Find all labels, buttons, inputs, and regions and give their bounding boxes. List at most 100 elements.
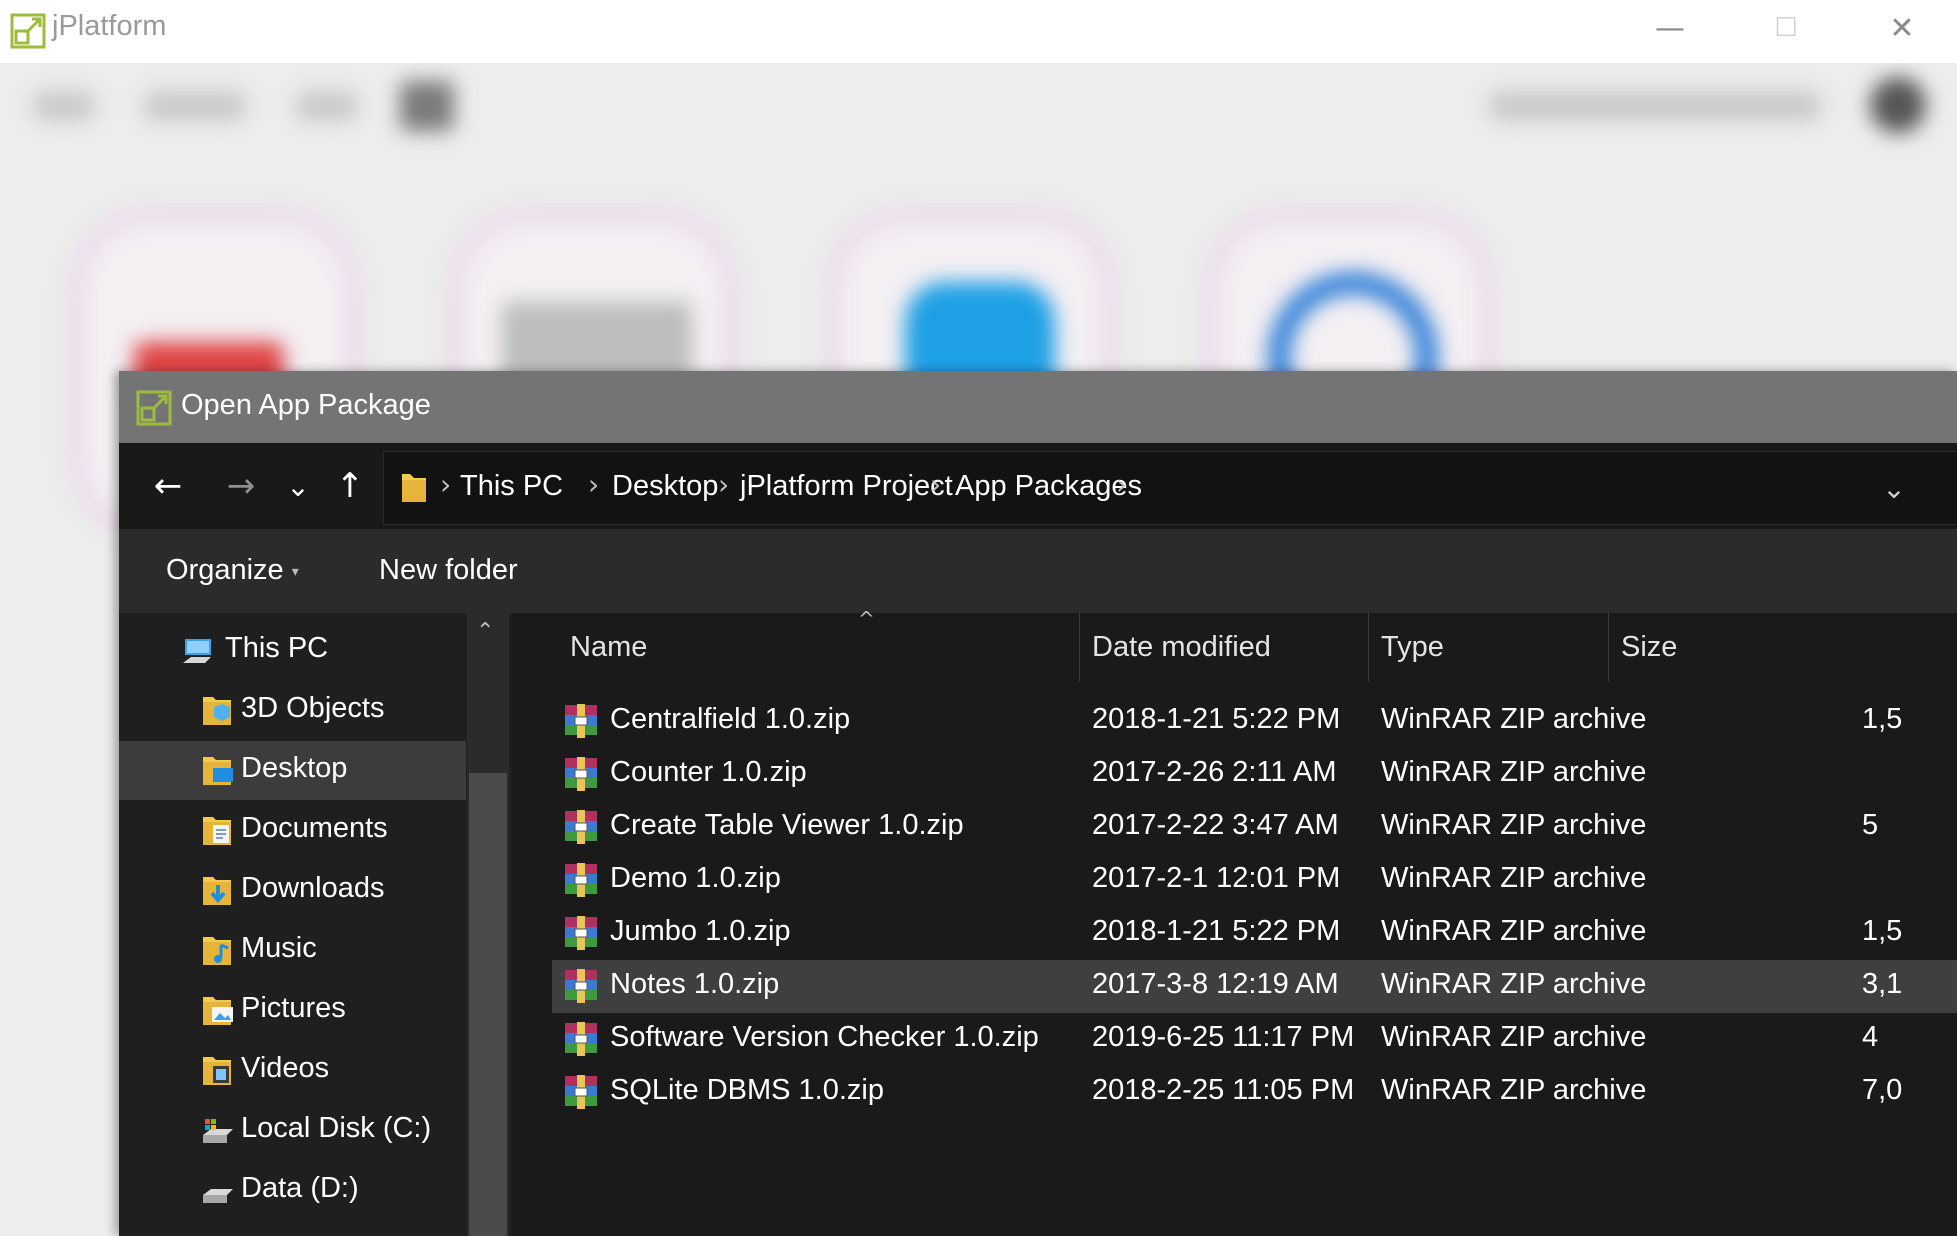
back-arrow-icon[interactable]: ← [145,463,191,509]
winrar-archive-icon [565,757,597,791]
file-size: 5 [1862,809,1879,841]
breadcrumb-this-pc[interactable]: This PC [460,470,563,503]
sort-ascending-icon: ^ [858,607,875,631]
file-date-modified: 2018-1-21 5:22 PM [1092,703,1341,735]
file-type: WinRAR ZIP archive [1381,756,1647,788]
column-header-size[interactable]: Size [1621,631,1677,664]
new-folder-button[interactable]: New folder [379,554,518,587]
scrollbar-thumb[interactable] [469,773,507,1236]
file-date-modified: 2017-2-26 2:11 AM [1092,756,1337,788]
organize-caret-icon: ▾ [291,562,299,579]
blurred-menu-item [297,91,357,121]
file-row[interactable]: Counter 1.0.zip 2017-2-26 2:11 AM WinRAR Z… [552,748,1957,801]
nav-item-data-d[interactable]: Data (D:) [119,1161,466,1220]
file-size: 7,0 [1862,1074,1903,1106]
nav-item-downloads[interactable]: Downloads [119,861,466,920]
dialog-title: Open App Package [181,389,431,421]
dialog-toolbar: Organize ▾ New folder [119,529,1957,613]
maximize-button[interactable]: ☐ [1728,0,1844,56]
dialog-titlebar: Open App Package [119,371,1957,443]
file-name: SQLite DBMS 1.0.zip [610,1074,884,1106]
up-arrow-icon[interactable]: ↑ [327,463,373,509]
file-row[interactable]: Centralfield 1.0.zip 2018-1-21 5:22 PM Win… [552,695,1957,748]
nav-item-music[interactable]: Music [119,921,466,980]
winrar-archive-icon [565,969,597,1003]
file-row[interactable]: Notes 1.0.zip 2017-3-8 12:19 AM WinRAR ZIP… [552,960,1957,1013]
breadcrumb-app-packages[interactable]: App Packages [955,470,1142,503]
breadcrumb-separator-icon: › [588,468,600,501]
file-type: WinRAR ZIP archive [1381,809,1647,841]
nav-item-label: Videos [241,1052,330,1084]
organize-button[interactable]: Organize ▾ [166,554,299,587]
file-name: Counter 1.0.zip [610,756,807,788]
breadcrumb-desktop[interactable]: Desktop [612,470,718,503]
blurred-avatar [1870,77,1926,133]
nav-item-label: Desktop [241,752,348,784]
folder-music-icon [203,937,231,965]
nav-item-label: 3D Objects [241,692,385,724]
column-header-type[interactable]: Type [1381,631,1444,664]
nav-item-label: This PC [225,632,329,664]
drive-c-icon [203,1119,233,1143]
breadcrumb-jplatform-project[interactable]: jPlatform Project [740,470,953,503]
minimize-button[interactable]: — [1612,0,1728,56]
nav-item-documents[interactable]: Documents [119,801,466,860]
column-divider[interactable] [1368,613,1369,681]
nav-item-desktop[interactable]: Desktop [119,741,466,800]
nav-item-pictures[interactable]: Pictures [119,981,466,1040]
file-date-modified: 2019-6-25 11:17 PM [1092,1021,1355,1053]
nav-item-local-disk-c[interactable]: Local Disk (C:) [119,1101,466,1160]
nav-item-label: Music [241,932,317,964]
file-size: 1,5 [1862,915,1903,947]
winrar-archive-icon [565,863,597,897]
folder-desktop-icon [203,757,233,785]
nav-item-label: Documents [241,812,388,844]
file-row[interactable]: Jumbo 1.0.zip 2018-1-21 5:22 PM WinRAR ZIP… [552,907,1957,960]
app-title: jPlatform [52,10,167,42]
open-app-package-dialog: Open App Package ← → ⌄ ↑ › This PC › Des… [119,371,1957,1236]
blurred-menu-item [34,91,94,121]
folder-icon [402,474,426,502]
scroll-up-icon[interactable]: ⌃ [476,619,494,644]
jplatform-logo-icon [136,390,172,426]
nav-item-3d-objects[interactable]: 3D Objects [119,681,466,740]
navigation-scrollbar[interactable]: ⌃ [467,613,509,1236]
file-name: Jumbo 1.0.zip [610,915,791,947]
nav-item-label: Downloads [241,872,385,904]
file-date-modified: 2018-2-25 11:05 PM [1092,1074,1355,1106]
file-type: WinRAR ZIP archive [1381,1074,1647,1106]
folder-3d-icon [203,697,231,725]
address-dropdown-chevron-icon[interactable]: ⌄ [1874,468,1914,508]
file-row[interactable]: SQLite DBMS 1.0.zip 2018-2-25 11:05 PM Win… [552,1066,1957,1119]
forward-arrow-icon[interactable]: → [218,463,264,509]
file-date-modified: 2018-1-21 5:22 PM [1092,915,1341,947]
jplatform-logo-icon [10,13,46,49]
navigation-pane: This PC 3D Objects Desktop Documents Dow… [119,613,467,1236]
nav-item-this-pc[interactable]: This PC [119,621,466,680]
winrar-archive-icon [565,916,597,950]
file-row[interactable]: Software Version Checker 1.0.zip 2019-6-2… [552,1013,1957,1066]
column-divider[interactable] [1079,613,1080,681]
nav-item-label: Local Disk (C:) [241,1112,432,1144]
column-header-name[interactable]: Name [570,631,647,664]
winrar-archive-icon [565,1022,597,1056]
computer-icon [183,639,211,663]
folder-downloads-icon [203,877,231,905]
file-date-modified: 2017-2-22 3:47 AM [1092,809,1339,841]
file-row[interactable]: Demo 1.0.zip 2017-2-1 12:01 PM WinRAR ZIP … [552,854,1957,907]
nav-item-label: Pictures [241,992,346,1024]
file-size: 1,5 [1862,703,1903,735]
blurred-menu-item [145,91,245,121]
column-header-date-modified[interactable]: Date modified [1092,631,1271,664]
winrar-archive-icon [565,704,597,738]
folder-documents-icon [203,817,231,845]
address-bar[interactable]: › This PC › Desktop › jPlatform Project … [383,451,1957,525]
file-row[interactable]: Create Table Viewer 1.0.zip 2017-2-22 3:4… [552,801,1957,854]
column-divider[interactable] [1608,613,1609,681]
recent-locations-chevron-icon[interactable]: ⌄ [275,463,321,509]
nav-item-label: Data (D:) [241,1172,359,1204]
nav-item-videos[interactable]: Videos [119,1041,466,1100]
close-button[interactable]: ✕ [1844,0,1957,56]
file-name: Demo 1.0.zip [610,862,781,894]
file-type: WinRAR ZIP archive [1381,968,1647,1000]
